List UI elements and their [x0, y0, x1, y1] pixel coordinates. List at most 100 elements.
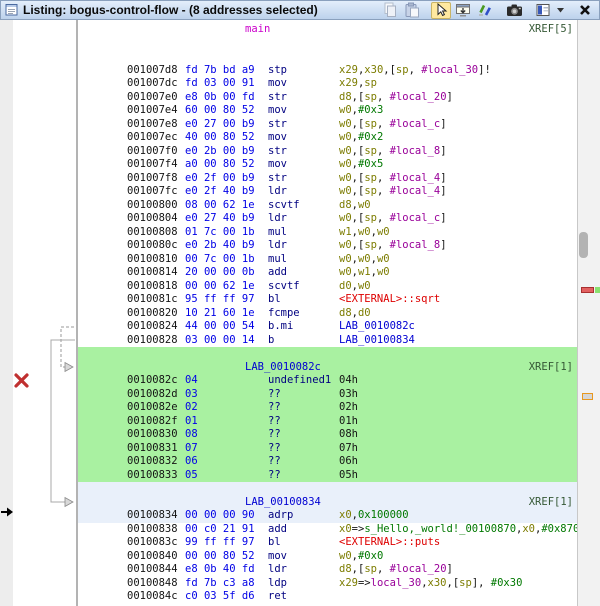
- operands-field[interactable]: LAB_0010082c: [339, 320, 415, 334]
- code-label[interactable]: LAB_0010082c: [245, 361, 321, 375]
- mnemonic-field[interactable]: mov: [268, 131, 287, 145]
- instruction-row[interactable]: 0010080008 00 62 1escvtfd8,w0: [78, 199, 577, 213]
- address-field[interactable]: 00100804: [127, 212, 178, 226]
- mnemonic-field[interactable]: fcmpe: [268, 307, 300, 321]
- operand-token[interactable]: x0: [522, 523, 535, 535]
- instruction-row[interactable]: 0010083305??05h: [78, 469, 577, 483]
- bytes-field[interactable]: 20 00 00 0b: [185, 266, 255, 280]
- bytes-field[interactable]: 00 c0 21 91: [185, 523, 255, 537]
- bytes-field[interactable]: 60 00 80 52: [185, 104, 255, 118]
- operands-field[interactable]: d8,d0: [339, 307, 371, 321]
- instruction-row[interactable]: 0010082444 00 00 54b.miLAB_0010082c: [78, 320, 577, 334]
- mnemonic-field[interactable]: scvtf: [268, 280, 300, 294]
- address-field[interactable]: 0010080c: [127, 239, 178, 253]
- snapshot-button[interactable]: [504, 2, 524, 19]
- operands-field[interactable]: LAB_00100834: [339, 334, 415, 348]
- instruction-row[interactable]: 0010083206??06h: [78, 455, 577, 469]
- operands-field[interactable]: <EXTERNAL>::sqrt: [339, 293, 440, 307]
- operands-field[interactable]: w0,[sp, #local_8]: [339, 239, 447, 253]
- instruction-row[interactable]: 0010082c04undefined104h: [78, 374, 577, 388]
- operand-token[interactable]: w1: [358, 266, 371, 278]
- operand-token[interactable]: w0: [339, 158, 352, 170]
- operands-field[interactable]: 02h: [339, 401, 358, 415]
- instruction-row[interactable]: 0010083400 00 00 90adrpx0,0x100000: [78, 509, 577, 523]
- instruction-row[interactable]: 0010080801 7c 00 1bmulw1,w0,w0: [78, 226, 577, 240]
- operand-token[interactable]: w0: [358, 199, 371, 211]
- operand-token[interactable]: x30: [428, 577, 447, 589]
- scrollbar-thumb[interactable]: [579, 232, 588, 258]
- operands-field[interactable]: 05h: [339, 469, 358, 483]
- operand-token[interactable]: w1: [339, 226, 352, 238]
- operand-token[interactable]: w0: [339, 212, 352, 224]
- mnemonic-field[interactable]: adrp: [268, 509, 293, 523]
- address-field[interactable]: 00100808: [127, 226, 178, 240]
- operand-token[interactable]: 06h: [339, 455, 358, 467]
- instruction-row[interactable]: 001007f8e0 2f 00 b9strw0,[sp, #local_4]: [78, 172, 577, 186]
- address-field[interactable]: 001007e0: [127, 91, 178, 105]
- mnemonic-field[interactable]: mul: [268, 253, 287, 267]
- bytes-field[interactable]: 01 7c 00 1b: [185, 226, 255, 240]
- address-field[interactable]: 00100838: [127, 523, 178, 537]
- instruction-row[interactable]: 0010082d03??03h: [78, 388, 577, 402]
- operand-token[interactable]: ,[: [447, 577, 460, 589]
- bytes-field[interactable]: 10 21 60 1e: [185, 307, 255, 321]
- operand-token[interactable]: 01h: [339, 415, 358, 427]
- operand-token[interactable]: w0: [339, 185, 352, 197]
- operand-token[interactable]: <EXTERNAL>::sqrt: [339, 293, 440, 305]
- operand-token[interactable]: x0: [339, 509, 352, 521]
- function-name[interactable]: main: [245, 23, 270, 37]
- mnemonic-field[interactable]: add: [268, 523, 287, 537]
- operand-token[interactable]: w0: [339, 239, 352, 251]
- operand-token[interactable]: w0: [358, 226, 371, 238]
- operand-token[interactable]: ]: [440, 185, 446, 197]
- operand-token[interactable]: w0: [339, 266, 352, 278]
- operand-token[interactable]: d8: [339, 307, 352, 319]
- operand-token[interactable]: sp: [364, 91, 377, 103]
- bytes-field[interactable]: 02: [185, 401, 198, 415]
- operand-token[interactable]: ]: [440, 118, 446, 130]
- diff-apply-button[interactable]: [475, 2, 495, 19]
- bytes-field[interactable]: e0 2f 00 b9: [185, 172, 255, 186]
- mnemonic-field[interactable]: ??: [268, 401, 281, 415]
- instruction-row[interactable]: 0010081420 00 00 0baddw0,w1,w0: [78, 266, 577, 280]
- instruction-row[interactable]: 001007e8e0 27 00 b9strw0,[sp, #local_c]: [78, 118, 577, 132]
- operand-token[interactable]: w0: [358, 280, 371, 292]
- address-field[interactable]: 00100810: [127, 253, 178, 267]
- operand-token[interactable]: d8: [339, 563, 352, 575]
- operand-token[interactable]: #local_8: [390, 239, 441, 251]
- address-field[interactable]: 001007ec: [127, 131, 178, 145]
- bytes-field[interactable]: e0 2b 00 b9: [185, 145, 255, 159]
- instruction-row[interactable]: 0010082f01??01h: [78, 415, 577, 429]
- operand-token[interactable]: ,: [377, 91, 390, 103]
- label-row[interactable]: LAB_0010082cXREF[1]: [78, 361, 577, 375]
- operand-token[interactable]: 04h: [339, 374, 358, 386]
- operand-token[interactable]: x29: [339, 64, 358, 76]
- operand-token[interactable]: LAB_00100834: [339, 334, 415, 346]
- operand-token[interactable]: local_30: [371, 577, 422, 589]
- operand-token[interactable]: #0x2: [358, 131, 383, 143]
- operand-token[interactable]: #0x0: [358, 550, 383, 562]
- instruction-row[interactable]: 0010082010 21 60 1efcmped8,d0: [78, 307, 577, 321]
- operands-field[interactable]: w0,w1,w0: [339, 266, 390, 280]
- address-field[interactable]: 00100840: [127, 550, 178, 564]
- instruction-row[interactable]: 00100804e0 27 40 b9ldrw0,[sp, #local_c]: [78, 212, 577, 226]
- operand-token[interactable]: w0: [377, 253, 390, 265]
- operand-token[interactable]: ,[: [352, 239, 365, 251]
- operands-field[interactable]: w0,[sp, #local_c]: [339, 118, 447, 132]
- operand-token[interactable]: ,: [377, 118, 390, 130]
- operand-token[interactable]: #local_20: [390, 563, 447, 575]
- operand-token[interactable]: #local_4: [390, 172, 441, 184]
- instruction-row[interactable]: 001007f4a0 00 80 52movw0,#0x5: [78, 158, 577, 172]
- instruction-row[interactable]: 00100848fd 7b c3 a8ldpx29=>local_30,x30,…: [78, 577, 577, 591]
- operand-token[interactable]: #0x3: [358, 104, 383, 116]
- bytes-field[interactable]: fd 7b bd a9: [185, 64, 255, 78]
- operand-token[interactable]: 02h: [339, 401, 358, 413]
- operands-field[interactable]: 06h: [339, 455, 358, 469]
- xref-count[interactable]: XREF[1]: [529, 496, 573, 510]
- operand-token[interactable]: ,: [377, 212, 390, 224]
- operand-token[interactable]: sp: [364, 563, 377, 575]
- address-field[interactable]: 0010083c: [127, 536, 178, 550]
- bytes-field[interactable]: c0 03 5f d6: [185, 590, 255, 604]
- operand-token[interactable]: LAB_0010082c: [339, 320, 415, 332]
- operand-token[interactable]: ,[: [352, 145, 365, 157]
